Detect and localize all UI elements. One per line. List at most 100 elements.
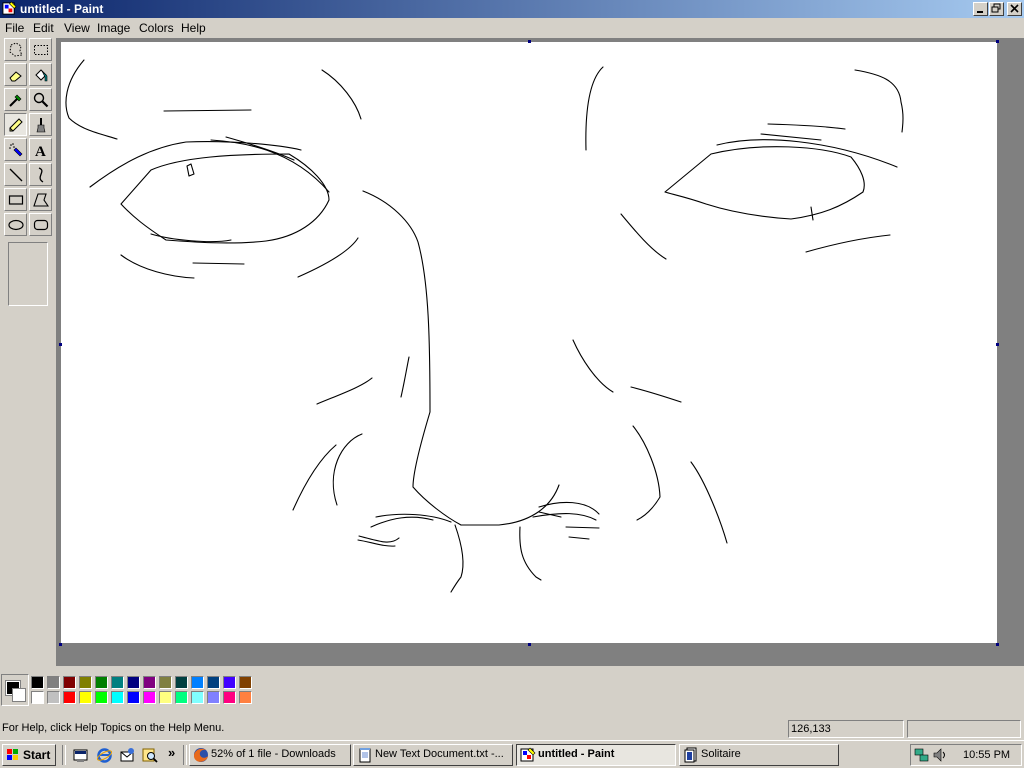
color-swatch[interactable] [143, 691, 156, 704]
tool-brush[interactable] [29, 113, 52, 136]
start-button[interactable]: Start [2, 744, 56, 766]
tool-free-form-select[interactable] [4, 38, 27, 61]
color-swatch[interactable] [79, 676, 92, 689]
quick-launch-more-icon[interactable]: » [168, 745, 175, 760]
clock[interactable]: 10:55 PM [963, 749, 1010, 761]
restore-button[interactable] [989, 2, 1004, 16]
menu-image[interactable]: Image [97, 21, 130, 35]
color-swatch[interactable] [239, 676, 252, 689]
color-swatch[interactable] [223, 676, 236, 689]
line-icon [9, 168, 23, 182]
color-swatch[interactable] [31, 676, 44, 689]
task-notepad-label: New Text Document.txt -... [375, 748, 504, 760]
search-icon[interactable] [142, 747, 159, 764]
minimize-button[interactable] [973, 2, 988, 16]
paint-icon [520, 747, 536, 762]
color-swatch[interactable] [111, 691, 124, 704]
status-size [907, 720, 1021, 738]
text-icon: A [35, 144, 46, 158]
tool-options-box[interactable] [8, 242, 48, 306]
color-swatch[interactable] [239, 691, 252, 704]
color-swatch[interactable] [223, 691, 236, 704]
tool-ellipse[interactable] [4, 213, 27, 236]
outlook-express-icon[interactable] [119, 747, 136, 764]
color-swatch[interactable] [63, 691, 76, 704]
tool-fill[interactable] [29, 63, 52, 86]
solitaire-icon [684, 747, 697, 763]
tool-rectangle[interactable] [4, 188, 27, 211]
resize-handle-left [59, 343, 62, 346]
color-swatch[interactable] [79, 691, 92, 704]
restore-icon [991, 3, 1001, 13]
color-swatch[interactable] [191, 676, 204, 689]
resize-handle-top [528, 40, 531, 43]
tool-polygon[interactable] [29, 188, 52, 211]
drawing-canvas[interactable] [61, 42, 997, 643]
tool-pick-color[interactable] [4, 88, 27, 111]
resize-handle-bottom[interactable] [528, 643, 531, 646]
resize-handle-bottom-left [59, 643, 62, 646]
eraser-icon [9, 71, 22, 82]
close-icon [1010, 4, 1019, 13]
eyedropper-icon [9, 94, 22, 107]
task-downloads[interactable]: 52% of 1 file - Downloads [189, 744, 351, 766]
title-bar[interactable]: untitled - Paint [0, 0, 1024, 18]
color-swatch[interactable] [111, 676, 124, 689]
tool-airbrush[interactable] [4, 138, 27, 161]
airbrush-icon [9, 143, 23, 157]
task-notepad[interactable]: New Text Document.txt -... [353, 744, 513, 766]
close-button[interactable] [1007, 2, 1022, 16]
volume-icon[interactable] [932, 747, 948, 763]
color-swatch[interactable] [47, 676, 60, 689]
color-swatch[interactable] [127, 676, 140, 689]
color-swatch[interactable] [63, 676, 76, 689]
color-swatch[interactable] [159, 691, 172, 704]
tool-line[interactable] [4, 163, 27, 186]
color-swatch[interactable] [95, 676, 108, 689]
svg-text:A: A [35, 144, 46, 158]
fill-bucket-icon [35, 69, 48, 82]
color-swatch[interactable] [207, 691, 220, 704]
color-swatch[interactable] [207, 676, 220, 689]
tool-pencil[interactable] [4, 113, 27, 136]
color-swatch[interactable] [175, 676, 188, 689]
windows-logo-icon [7, 749, 18, 760]
resize-handle-corner[interactable] [996, 643, 999, 646]
task-paint[interactable]: untitled - Paint [516, 744, 676, 766]
color-swatch[interactable] [159, 676, 172, 689]
menu-file[interactable]: File [5, 21, 24, 35]
menu-bar: File Edit View Image Colors Help [0, 18, 1024, 38]
rectangle-icon [8, 195, 24, 205]
system-tray: 10:55 PM [910, 744, 1022, 766]
color-swatch[interactable] [191, 691, 204, 704]
tool-curve[interactable] [29, 163, 52, 186]
color-swatch[interactable] [95, 691, 108, 704]
tool-eraser[interactable] [4, 63, 27, 86]
resize-handle-right[interactable] [996, 343, 999, 346]
menu-edit[interactable]: Edit [33, 21, 54, 35]
start-label: Start [23, 748, 51, 762]
curve-icon [38, 167, 44, 183]
task-solitaire[interactable]: Solitaire [679, 744, 839, 766]
color-swatch[interactable] [47, 691, 60, 704]
tool-text[interactable]: A [29, 138, 52, 161]
color-swatch[interactable] [31, 691, 44, 704]
brush-icon [36, 118, 46, 133]
color-swatch[interactable] [127, 691, 140, 704]
notepad-icon [359, 748, 371, 763]
color-swatch[interactable] [143, 676, 156, 689]
magnifier-icon [33, 92, 49, 108]
tool-magnifier[interactable] [29, 88, 52, 111]
taskbar-divider [183, 745, 187, 765]
menu-help[interactable]: Help [181, 21, 206, 35]
show-desktop-icon[interactable] [72, 747, 89, 764]
color-swatch[interactable] [175, 691, 188, 704]
paint-app-icon [2, 1, 17, 15]
menu-view[interactable]: View [64, 21, 90, 35]
network-icon[interactable] [914, 747, 930, 763]
background-color [12, 688, 26, 702]
internet-explorer-icon[interactable] [96, 747, 113, 764]
tool-select[interactable] [29, 38, 52, 61]
tool-rounded-rectangle[interactable] [29, 213, 52, 236]
menu-colors[interactable]: Colors [139, 21, 174, 35]
